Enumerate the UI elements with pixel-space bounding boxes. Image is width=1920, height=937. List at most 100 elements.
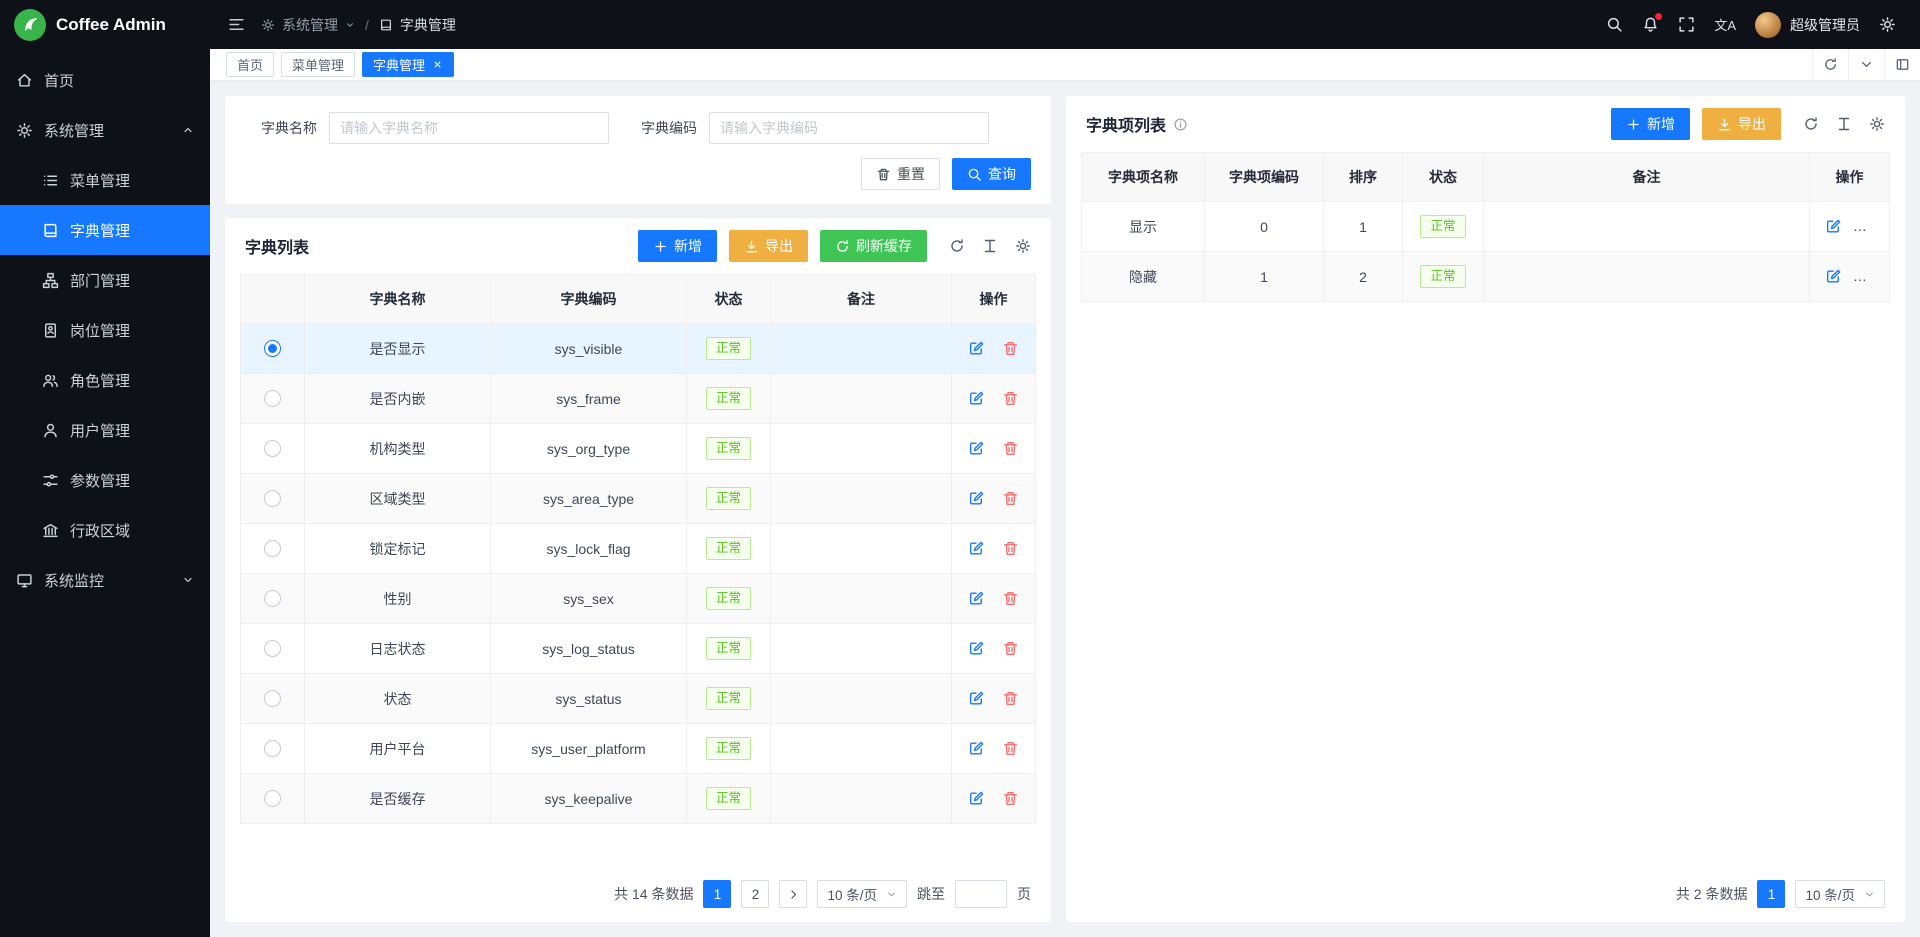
refresh-icon[interactable]	[1812, 49, 1848, 80]
chevron-down-icon[interactable]	[1848, 49, 1884, 80]
edit-icon[interactable]	[968, 690, 985, 707]
edit-icon[interactable]	[968, 440, 985, 457]
table-row[interactable]: 区域类型 sys_area_type 正常	[241, 474, 1036, 524]
row-radio-button[interactable]	[264, 640, 281, 657]
row-radio-button[interactable]	[264, 390, 281, 407]
page-button-2[interactable]: 2	[741, 880, 769, 908]
notification-bell-icon[interactable]	[1642, 16, 1659, 33]
edit-icon[interactable]	[968, 640, 985, 657]
row-radio-button[interactable]	[264, 690, 281, 707]
search-button[interactable]: 查询	[952, 158, 1031, 190]
delete-icon[interactable]	[1002, 590, 1019, 607]
table-row[interactable]: 隐藏 1 2 正常	[1082, 252, 1890, 302]
sidebar-item-dept-management[interactable]: 部门管理	[0, 255, 210, 305]
id-badge-icon	[42, 322, 59, 339]
search-icon[interactable]	[1606, 16, 1623, 33]
table-row[interactable]: 性别 sys_sex 正常	[241, 574, 1036, 624]
row-radio-button[interactable]	[264, 440, 281, 457]
sidebar-item-admin-region[interactable]: 行政区域	[0, 505, 210, 555]
sidebar-item-home[interactable]: 首页	[0, 55, 210, 105]
reset-button[interactable]: 重置	[861, 158, 940, 190]
settings-gear-icon[interactable]	[1879, 16, 1896, 33]
delete-icon[interactable]	[1860, 268, 1877, 285]
tab-dict-management[interactable]: 字典管理	[362, 52, 454, 77]
close-icon[interactable]	[432, 59, 443, 70]
remark-cell	[1484, 202, 1810, 252]
edit-icon[interactable]	[968, 540, 985, 557]
row-radio-button[interactable]	[264, 490, 281, 507]
tab-home[interactable]: 首页	[226, 52, 274, 77]
export-item-button[interactable]: 导出	[1702, 108, 1781, 140]
info-icon[interactable]	[1173, 117, 1188, 132]
sidebar-item-label: 部门管理	[70, 270, 130, 291]
row-radio-button[interactable]	[264, 340, 281, 357]
sidebar-item-post-management[interactable]: 岗位管理	[0, 305, 210, 355]
delete-icon[interactable]	[1002, 390, 1019, 407]
add-button[interactable]: 新增	[638, 230, 717, 262]
translate-icon[interactable]: 文A	[1714, 15, 1736, 34]
sidebar-item-system-management[interactable]: 系统管理	[0, 105, 210, 155]
dict-code-cell: sys_org_type	[491, 424, 687, 474]
edit-icon[interactable]	[968, 390, 985, 407]
table-row[interactable]: 机构类型 sys_org_type 正常	[241, 424, 1036, 474]
sidebar-item-menu-management[interactable]: 菜单管理	[0, 155, 210, 205]
table-row[interactable]: 日志状态 sys_log_status 正常	[241, 624, 1036, 674]
table-row[interactable]: 状态 sys_status 正常	[241, 674, 1036, 724]
table-row[interactable]: 是否内嵌 sys_frame 正常	[241, 374, 1036, 424]
delete-icon[interactable]	[1002, 490, 1019, 507]
redo-icon[interactable]	[949, 238, 965, 254]
delete-icon[interactable]	[1002, 740, 1019, 757]
user-menu[interactable]: 超级管理员	[1755, 12, 1860, 38]
page-jump-input[interactable]	[955, 880, 1007, 908]
delete-icon[interactable]	[1860, 218, 1877, 235]
page-size-select[interactable]: 10 条/页	[817, 880, 907, 908]
table-row[interactable]: 锁定标记 sys_lock_flag 正常	[241, 524, 1036, 574]
export-button[interactable]: 导出	[729, 230, 808, 262]
page-button-1[interactable]: 1	[703, 880, 731, 908]
tab-menu-management[interactable]: 菜单管理	[281, 52, 355, 77]
table-row[interactable]: 是否缓存 sys_keepalive 正常	[241, 774, 1036, 824]
page-button-1[interactable]: 1	[1757, 880, 1785, 908]
delete-icon[interactable]	[1002, 340, 1019, 357]
delete-icon[interactable]	[1002, 790, 1019, 807]
breadcrumb-system[interactable]: 系统管理	[261, 15, 355, 35]
sidebar-item-role-management[interactable]: 角色管理	[0, 355, 210, 405]
table-row[interactable]: 是否显示 sys_visible 正常	[241, 324, 1036, 374]
row-radio-button[interactable]	[264, 740, 281, 757]
edit-icon[interactable]	[968, 340, 985, 357]
table-row[interactable]: 用户平台 sys_user_platform 正常	[241, 724, 1036, 774]
delete-icon[interactable]	[1002, 640, 1019, 657]
table-row[interactable]: 显示 0 1 正常	[1082, 202, 1890, 252]
layout-expand-icon[interactable]	[1884, 49, 1920, 80]
refresh-cache-button[interactable]: 刷新缓存	[820, 230, 927, 262]
edit-icon[interactable]	[968, 590, 985, 607]
edit-icon[interactable]	[1825, 218, 1842, 235]
sidebar-item-system-monitor[interactable]: 系统监控	[0, 555, 210, 605]
dict-code-input[interactable]	[709, 112, 989, 144]
fullscreen-icon[interactable]	[1678, 16, 1695, 33]
table-settings-gear-icon[interactable]	[1015, 238, 1031, 254]
delete-icon[interactable]	[1002, 440, 1019, 457]
app-logo[interactable]: Coffee Admin	[0, 0, 210, 49]
dict-name-input[interactable]	[329, 112, 609, 144]
edit-icon[interactable]	[1825, 268, 1842, 285]
column-height-icon[interactable]	[1836, 116, 1852, 132]
column-height-icon[interactable]	[982, 238, 998, 254]
table-settings-gear-icon[interactable]	[1869, 116, 1885, 132]
row-radio-button[interactable]	[264, 540, 281, 557]
add-item-button[interactable]: 新增	[1611, 108, 1690, 140]
row-radio-button[interactable]	[264, 590, 281, 607]
edit-icon[interactable]	[968, 740, 985, 757]
menu-fold-icon[interactable]	[228, 16, 245, 33]
sidebar-item-param-management[interactable]: 参数管理	[0, 455, 210, 505]
page-size-select[interactable]: 10 条/页	[1795, 880, 1885, 908]
next-page-button[interactable]	[779, 880, 807, 908]
delete-icon[interactable]	[1002, 690, 1019, 707]
edit-icon[interactable]	[968, 790, 985, 807]
sidebar-item-dict-management[interactable]: 字典管理	[0, 205, 210, 255]
sidebar-item-user-management[interactable]: 用户管理	[0, 405, 210, 455]
redo-icon[interactable]	[1803, 116, 1819, 132]
edit-icon[interactable]	[968, 490, 985, 507]
delete-icon[interactable]	[1002, 540, 1019, 557]
row-radio-button[interactable]	[264, 790, 281, 807]
